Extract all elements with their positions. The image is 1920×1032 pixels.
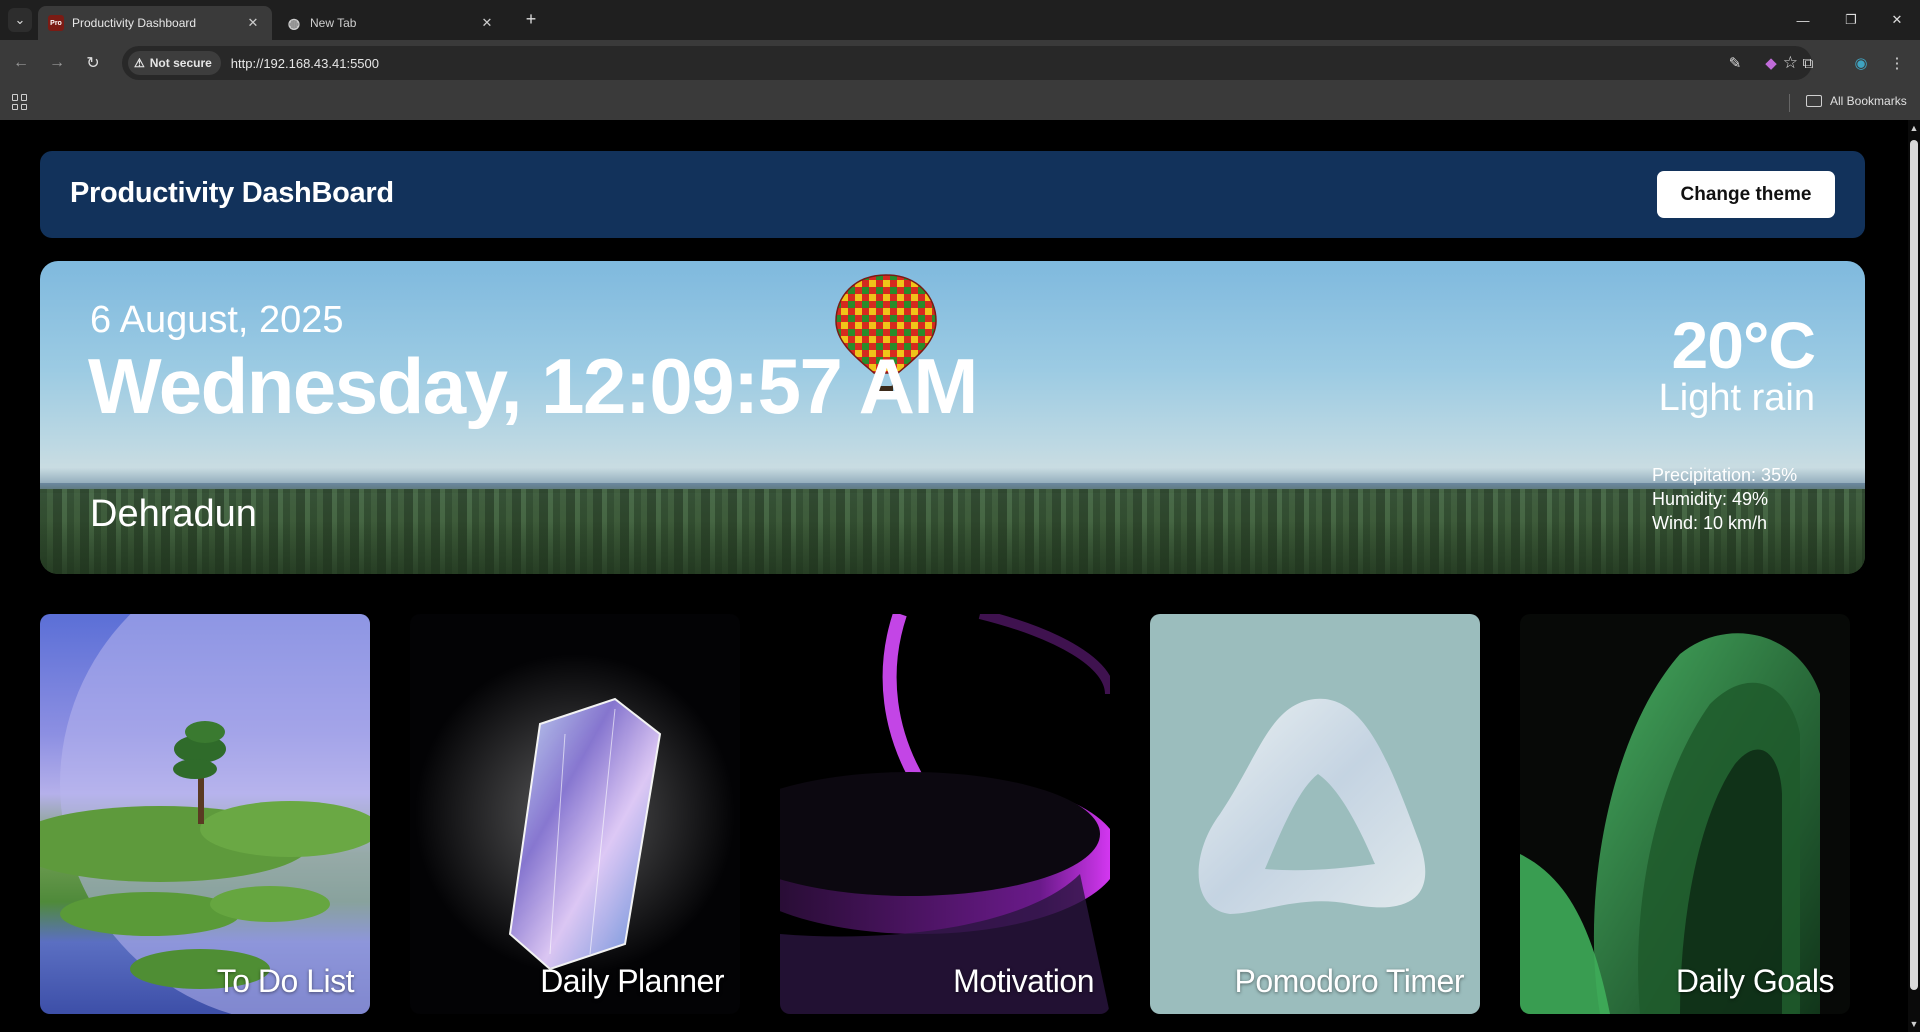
gem-extension-icon[interactable]: ◆ [1760, 52, 1782, 74]
forest-shade [40, 521, 1865, 574]
page-scrollbar[interactable]: ▲ ▼ [1908, 120, 1920, 1032]
precipitation-text: Precipitation: 35% [1652, 465, 1798, 485]
weather-condition: Light rain [1658, 377, 1815, 419]
browser-toolbar: ← → ↻ ⚠ Not secure http://192.168.43.41:… [0, 40, 1920, 86]
card-label: Pomodoro Timer [1234, 963, 1464, 999]
all-bookmarks-label: All Bookmarks [1830, 94, 1907, 108]
card-label: Motivation [953, 963, 1094, 999]
page-content: Productivity DashBoard Change theme 6 Au… [0, 120, 1908, 1032]
tab-search-button[interactable]: ⌄ [8, 8, 32, 32]
card-daily-planner[interactable]: Daily Planner [410, 614, 740, 1014]
card-daily-goals[interactable]: Daily Goals [1520, 614, 1850, 1014]
tab-strip: ⌄ Pro Productivity Dashboard ✕ ◍ New Tab… [0, 0, 1920, 40]
forward-icon[interactable]: → [44, 50, 70, 76]
scroll-up-icon[interactable]: ▲ [1908, 122, 1920, 134]
card-to-do-list[interactable]: To Do List [40, 614, 370, 1014]
card-label: Daily Goals [1675, 963, 1835, 999]
temperature: 20°C [1671, 308, 1816, 382]
day-time-clock: Wednesday, 12:09:57 AM [88, 342, 978, 430]
weather-details: Precipitation: 35% Humidity: 49% Wind: 1… [1652, 463, 1797, 535]
neon-ring-illustration [780, 614, 1110, 1014]
close-tab-icon[interactable]: ✕ [478, 14, 496, 32]
apps-grid-icon[interactable] [12, 94, 28, 110]
security-chip[interactable]: ⚠ Not secure [128, 51, 221, 75]
wind-text: Wind: 10 km/h [1652, 513, 1768, 533]
profile-avatar-icon[interactable]: ◉ [1850, 52, 1872, 74]
pen-extension-icon[interactable]: ✎ [1724, 52, 1746, 74]
restore-icon[interactable]: ❐ [1828, 6, 1874, 34]
tab-title: New Tab [310, 16, 357, 30]
humidity-text: Humidity: 49% [1652, 489, 1769, 509]
back-icon[interactable]: ← [8, 50, 34, 76]
planet-island-illustration [40, 614, 370, 1014]
date-text: 6 August, 2025 [90, 299, 344, 341]
card-label: Daily Planner [540, 963, 724, 999]
reload-icon[interactable]: ↻ [80, 50, 106, 76]
card-pomodoro-timer[interactable]: Pomodoro Timer [1150, 614, 1480, 1014]
card-label: To Do List [216, 963, 355, 999]
globe-icon: ◍ [287, 14, 301, 31]
bookmark-star-icon[interactable]: ☆ [1783, 53, 1798, 73]
all-bookmarks-button[interactable]: All Bookmarks [1806, 94, 1907, 108]
green-ribbon-illustration [1520, 633, 1820, 1014]
change-theme-button[interactable]: Change theme [1657, 171, 1835, 218]
window-close-icon[interactable]: ✕ [1874, 6, 1920, 34]
site-favicon-icon: Pro [48, 15, 64, 31]
card-motivation[interactable]: Motivation [780, 614, 1110, 1014]
url-text[interactable]: http://192.168.43.41:5500 [231, 56, 379, 71]
dashboard-navbar: Productivity DashBoard Change theme [40, 151, 1865, 238]
hero-weather-banner: 6 August, 2025 Wednesday, 12:09:57 AM De… [40, 261, 1865, 574]
city-name: Dehradun [90, 493, 257, 535]
crystal-illustration [415, 654, 735, 974]
minimize-icon[interactable]: — [1780, 6, 1826, 34]
scroll-down-icon[interactable]: ▼ [1908, 1018, 1920, 1030]
glass-knot-illustration [1198, 698, 1426, 914]
bookmarks-divider [1789, 94, 1790, 112]
extensions-puzzle-icon[interactable]: ⧉ [1797, 52, 1819, 74]
bookmarks-bar: All Bookmarks [0, 86, 1920, 121]
warning-icon: ⚠ [134, 56, 145, 70]
close-tab-icon[interactable]: ✕ [244, 14, 262, 32]
scroll-thumb[interactable] [1910, 140, 1918, 990]
tab-productivity-dashboard[interactable]: Pro Productivity Dashboard ✕ [38, 6, 272, 40]
tab-new-tab[interactable]: ◍ New Tab ✕ [276, 6, 506, 40]
page-title: Productivity DashBoard [70, 177, 394, 209]
new-tab-button[interactable]: + [520, 8, 542, 30]
folder-icon [1806, 95, 1822, 107]
menu-kebab-icon[interactable]: ⋮ [1886, 52, 1908, 74]
tab-title: Productivity Dashboard [72, 16, 197, 30]
address-bar[interactable]: ⚠ Not secure http://192.168.43.41:5500 ☆ [122, 46, 1812, 80]
security-label: Not secure [149, 56, 212, 70]
